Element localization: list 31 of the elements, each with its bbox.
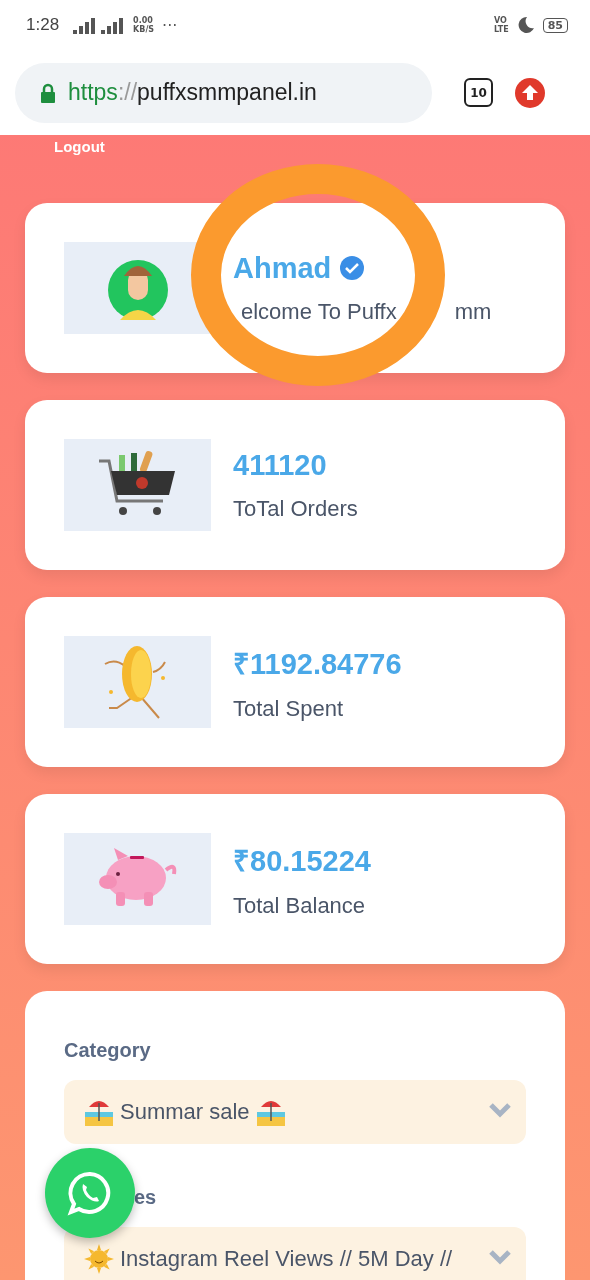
tab-count-button[interactable]: 10 (464, 78, 493, 107)
lock-icon (40, 82, 56, 103)
more-notifications: ··· (162, 15, 178, 35)
dropdown-value: Instagram Reel Views // 5M Day // (120, 1246, 453, 1272)
url-text: https://puffxsmmpanel.in (68, 79, 317, 106)
field-label: es (133, 1186, 158, 1209)
volte-label: VO (494, 16, 508, 25)
battery-level: 85 (542, 17, 568, 33)
lte-label: LTE (494, 25, 509, 34)
field-label: Category (64, 1039, 152, 1062)
dropdown-field[interactable]: Instagram Reel Views // 5M Day // (64, 1227, 526, 1280)
user-name: Ahmad (233, 251, 332, 285)
stat-label: Total Balance (233, 892, 367, 919)
stat-label: Total Spent (233, 695, 345, 722)
network-unit: KB/S (133, 25, 155, 34)
stat-value: ₹80.15224 (233, 843, 371, 879)
dropdown-value: Summar sale (120, 1099, 250, 1125)
welcome-text-tail: mm (454, 298, 492, 325)
sun-icon (84, 1244, 114, 1274)
stat-value: 411120 (233, 448, 328, 482)
address-bar[interactable]: https://puffxsmmpanel.in (15, 62, 432, 123)
chevron-down-icon (488, 1102, 512, 1118)
whatsapp-icon (67, 1170, 113, 1216)
network-speed: 0.00 (133, 16, 154, 25)
dropdown-field[interactable]: Summar sale (64, 1080, 526, 1144)
chevron-down-icon (488, 1249, 512, 1265)
moon-icon (516, 16, 535, 34)
status-time: 1:28 (26, 15, 60, 35)
stat-value: ₹1192.84776 (233, 646, 402, 682)
stat-label: ToTal Orders (233, 495, 358, 522)
welcome-text: elcome To Puffx (241, 298, 397, 325)
